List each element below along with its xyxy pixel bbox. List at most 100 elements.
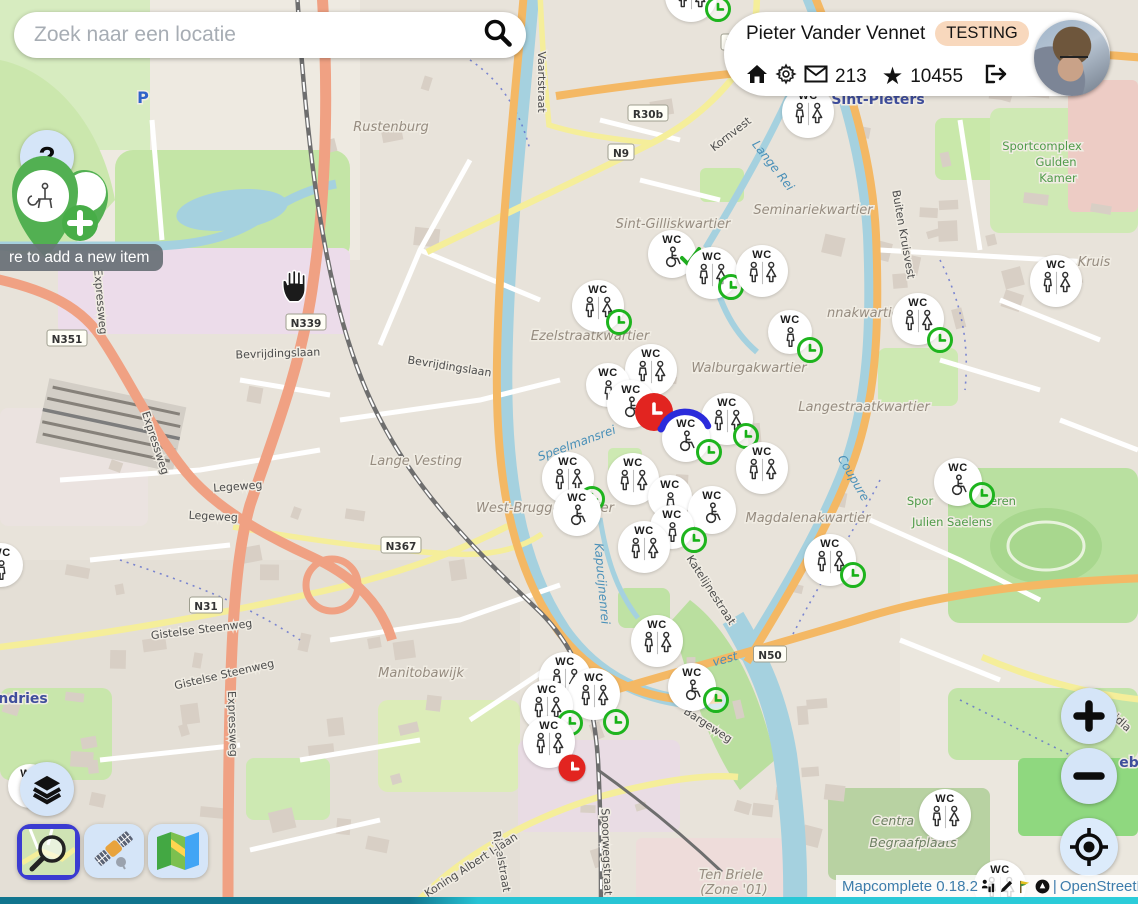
marker-label: WC xyxy=(948,462,968,474)
pencil-icon[interactable] xyxy=(999,879,1014,894)
map-marker-toilet[interactable]: WC xyxy=(736,442,788,494)
search-input[interactable] xyxy=(32,22,482,48)
map-marker-toilet[interactable]: WC xyxy=(618,521,670,573)
opening-hours-open-badge xyxy=(696,439,722,465)
flag-icon[interactable] xyxy=(1017,879,1032,894)
opening-hours-open-badge xyxy=(840,562,866,588)
marker-label: WC xyxy=(935,793,955,805)
basemap-satellite-button[interactable] xyxy=(84,824,144,878)
toilet-wheel-icon xyxy=(946,474,970,502)
opening-hours-open-badge xyxy=(606,309,632,335)
plus-icon xyxy=(1072,699,1106,733)
toilet-mf-icon xyxy=(533,732,566,761)
map-marker-toilet[interactable]: WC xyxy=(631,615,683,667)
marker-label: WC xyxy=(647,619,667,631)
marker-label: WC xyxy=(1046,259,1066,271)
minus-icon xyxy=(1072,759,1106,793)
crosshair-icon xyxy=(1069,827,1109,867)
marker-label: WC xyxy=(752,446,772,458)
search-icon[interactable] xyxy=(482,17,514,54)
changeset-count: 10455 xyxy=(910,66,963,88)
marker-label: WC xyxy=(702,490,722,502)
map-marker-toilet[interactable]: WC xyxy=(0,543,23,587)
star-icon: ★ xyxy=(882,62,904,91)
marker-label: WC xyxy=(558,456,578,468)
statistics-icon[interactable] xyxy=(981,879,996,894)
toilet-mf-icon xyxy=(929,805,962,834)
logout-icon[interactable] xyxy=(984,64,1008,90)
toilet-mf-icon xyxy=(578,684,611,713)
basemap-carto-button[interactable] xyxy=(17,824,80,880)
marker-label: WC xyxy=(702,251,722,263)
testing-badge: TESTING xyxy=(935,21,1029,46)
marker-label: WC xyxy=(641,348,661,360)
map-markers-layer: WC WC WC WC WC WC WC WC WC WC WC WC WC WC WC WC WC WC WC WC… xyxy=(0,0,1138,904)
messages-icon[interactable] xyxy=(804,65,828,89)
marker-label: WC xyxy=(908,297,928,309)
carto-thumbnail-icon xyxy=(22,829,75,875)
marker-label: WC xyxy=(780,314,800,326)
opening-hours-open-badge xyxy=(927,327,953,353)
toilet-mf-icon xyxy=(641,631,674,660)
home-icon[interactable] xyxy=(746,64,768,90)
toilet-wheel-icon xyxy=(565,504,589,532)
toilet-mf-icon xyxy=(746,261,779,290)
geolocate-button[interactable] xyxy=(1060,818,1118,876)
toilet-mf-icon xyxy=(746,458,779,487)
opening-hours-open-badge xyxy=(797,337,823,363)
toilet-m-icon xyxy=(0,559,9,588)
opening-hours-closed-badge xyxy=(559,755,586,782)
marker-label: WC xyxy=(662,234,682,246)
marker-label: WC xyxy=(584,672,604,684)
toilet-wheel-icon xyxy=(680,679,704,707)
marker-label: WC xyxy=(662,509,682,521)
map-marker-toilet[interactable]: WC xyxy=(736,245,788,297)
marker-label: WC xyxy=(634,525,654,537)
selected-arc-marker[interactable] xyxy=(655,393,717,439)
opening-hours-open-badge xyxy=(969,482,995,508)
marker-label: WC xyxy=(717,397,737,409)
toilet-mf-icon xyxy=(628,537,661,566)
marker-label: WC xyxy=(598,367,618,379)
toilet-mf-icon xyxy=(675,0,708,15)
marker-label: WC xyxy=(752,249,772,261)
map-marker-toilet[interactable]: WC xyxy=(919,789,971,841)
user-avatar[interactable] xyxy=(1034,20,1110,96)
community-icon[interactable] xyxy=(1035,879,1050,894)
search-bar xyxy=(14,12,526,58)
opening-hours-open-badge xyxy=(703,687,729,713)
add-item-tooltip: re to add a new item xyxy=(0,244,163,271)
marker-label: WC xyxy=(537,684,557,696)
avatar-glasses xyxy=(1060,56,1088,66)
toilet-mf-icon xyxy=(1040,271,1073,300)
attribution-separator: | xyxy=(1053,878,1057,895)
marker-label: WC xyxy=(539,720,559,732)
map-marker-toilet[interactable]: WC xyxy=(1030,255,1082,307)
settings-gear-icon[interactable] xyxy=(775,63,797,91)
marker-label: WC xyxy=(660,479,680,491)
attribution-bar: Mapcomplete 0.18.2 | OpenStreetMap xyxy=(836,875,1138,898)
marker-label: WC xyxy=(0,547,11,559)
user-name: Pieter Vander Vennet xyxy=(746,23,925,45)
marker-label: WC xyxy=(623,457,643,469)
opening-hours-open-badge xyxy=(705,0,731,22)
hand-cursor-icon xyxy=(276,266,312,304)
toilet-mf-icon xyxy=(617,469,650,498)
messages-count: 213 xyxy=(835,66,867,88)
layers-button[interactable] xyxy=(20,762,74,816)
zoom-out-button[interactable] xyxy=(1061,748,1117,804)
bottom-progress-bar xyxy=(0,897,1138,904)
basemap-map-button[interactable] xyxy=(148,824,208,878)
map-marker-toilet[interactable]: WC xyxy=(553,488,601,536)
marker-label: WC xyxy=(588,284,608,296)
folded-map-icon xyxy=(155,829,201,873)
pin-circle xyxy=(17,170,69,222)
satellite-icon xyxy=(91,829,137,873)
zoom-in-button[interactable] xyxy=(1061,688,1117,744)
marker-label: WC xyxy=(820,538,840,550)
osm-attribution-link[interactable]: OpenStreetMap xyxy=(1060,878,1138,895)
marker-label: WC xyxy=(567,492,587,504)
marker-label: WC xyxy=(621,384,641,396)
app-version[interactable]: Mapcomplete 0.18.2 xyxy=(842,878,978,895)
toilet-mf-icon xyxy=(792,102,825,131)
